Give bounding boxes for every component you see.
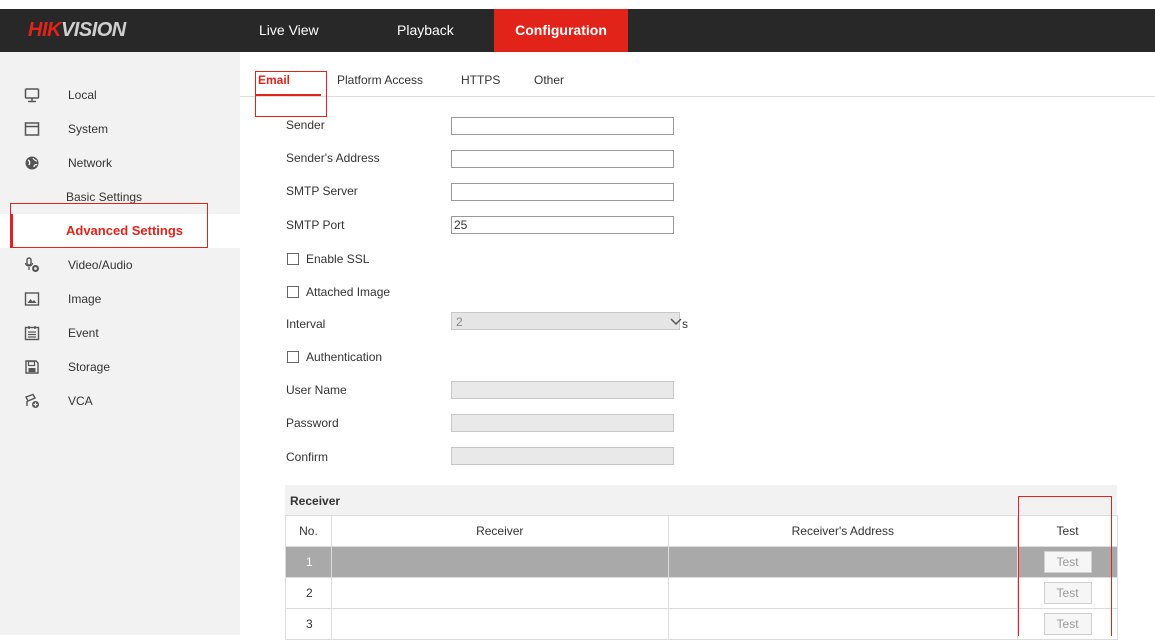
row-number: 1: [285, 546, 332, 578]
smtp-port-input[interactable]: 25: [451, 216, 674, 234]
smtp-server-input[interactable]: [451, 183, 674, 201]
password-input: [451, 414, 674, 432]
sidebar-item-label: VCA: [68, 394, 93, 408]
sidebar-item-label: Network: [68, 156, 113, 170]
sidebar-item-network[interactable]: Network: [0, 146, 240, 180]
sidebar-item-event[interactable]: Event: [0, 316, 240, 350]
attached-image-checkbox[interactable]: [287, 286, 299, 298]
globe-icon: [24, 155, 40, 171]
image-icon: [24, 291, 40, 307]
receiver-cell[interactable]: [330, 546, 669, 578]
sender-address-input[interactable]: [451, 150, 674, 168]
confirm-password-input: [451, 447, 674, 465]
table-row[interactable]: 2 Test: [285, 577, 1118, 609]
interval-unit: s: [682, 317, 688, 331]
sidebar-item-label: System: [68, 122, 109, 136]
row-number: 2: [285, 577, 332, 609]
tab-other[interactable]: Other: [534, 73, 564, 87]
monitor-icon: [24, 87, 40, 103]
sidebar-item-label: Video/Audio: [68, 258, 133, 272]
authentication-label: Authentication: [306, 350, 383, 364]
enable-ssl-checkbox[interactable]: [287, 253, 299, 265]
column-header-receiver: Receiver: [330, 515, 669, 547]
authentication-checkbox[interactable]: [287, 351, 299, 363]
system-window-icon: [24, 121, 40, 137]
nav-playback[interactable]: Playback: [397, 9, 454, 52]
microphone-camera-icon: [24, 257, 40, 273]
sidebar-item-image[interactable]: Image: [0, 282, 240, 316]
sender-label: Sender: [286, 118, 325, 132]
top-navigation-bar: HIKVISION Live View Playback Configurati…: [0, 9, 1155, 52]
interval-label: Interval: [286, 317, 326, 331]
sidebar-item-label: Storage: [68, 360, 111, 374]
sender-address-label: Sender's Address: [286, 151, 380, 165]
nav-configuration[interactable]: Configuration: [494, 9, 628, 52]
receiver-address-cell[interactable]: [667, 577, 1019, 609]
sidebar-item-system[interactable]: System: [0, 112, 240, 146]
tab-https[interactable]: HTTPS: [461, 73, 500, 87]
interval-select[interactable]: 2: [451, 312, 683, 331]
receiver-section-title: Receiver: [290, 494, 341, 508]
attached-image-label: Attached Image: [306, 285, 391, 299]
tab-platform-access[interactable]: Platform Access: [337, 73, 423, 87]
interval-value: 2: [456, 315, 463, 329]
receiver-address-cell[interactable]: [667, 546, 1019, 578]
password-label: Password: [286, 416, 339, 430]
receiver-cell[interactable]: [330, 577, 669, 609]
confirm-label: Confirm: [286, 450, 329, 464]
sidebar-item-video-audio[interactable]: Video/Audio: [0, 248, 240, 282]
vca-camera-icon: [24, 393, 40, 409]
sidebar-item-label: Basic Settings: [66, 190, 143, 204]
tab-bar: Email Platform Access HTTPS Other: [240, 66, 1155, 97]
sidebar-item-vca[interactable]: VCA: [0, 384, 240, 418]
sidebar-item-label: Local: [68, 88, 97, 102]
sidebar-item-label: Event: [68, 326, 99, 340]
highlight-box-email-tab: [255, 71, 327, 117]
column-header-no: No.: [285, 515, 332, 547]
column-header-receiver-address: Receiver's Address: [667, 515, 1019, 547]
smtp-server-label: SMTP Server: [286, 184, 358, 198]
table-header-row: No. Receiver Receiver's Address Test: [285, 515, 1118, 547]
smtp-port-label: SMTP Port: [286, 218, 345, 232]
sidebar-item-label: Image: [68, 292, 102, 306]
receiver-table: No. Receiver Receiver's Address Test 1 T…: [285, 515, 1118, 640]
chevron-down-icon: [669, 313, 683, 331]
highlight-box-test-column: [1018, 496, 1112, 636]
enable-ssl-label: Enable SSL: [306, 252, 370, 266]
receiver-section-header: Receiver: [285, 485, 1117, 515]
table-row[interactable]: 1 Test: [285, 546, 1118, 578]
username-input: [451, 381, 674, 399]
nav-live-view[interactable]: Live View: [259, 9, 319, 52]
calendar-icon: [24, 325, 40, 341]
sidebar-item-local[interactable]: Local: [0, 78, 240, 112]
highlight-box-advanced-settings: [10, 203, 208, 248]
sender-input[interactable]: [451, 117, 674, 135]
floppy-disk-icon: [24, 359, 40, 375]
hikvision-logo: HIKVISION: [28, 19, 126, 41]
username-label: User Name: [286, 383, 347, 397]
sidebar-item-storage[interactable]: Storage: [0, 350, 240, 384]
